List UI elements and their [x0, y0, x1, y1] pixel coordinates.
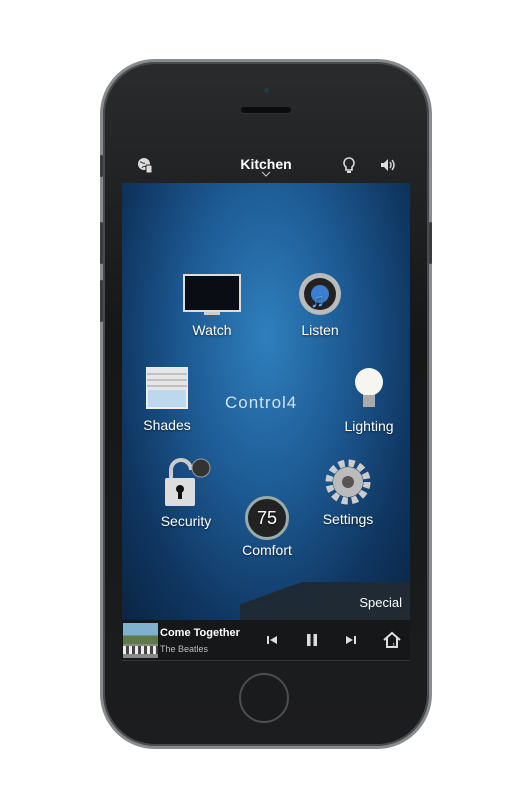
- control4-logo: Control4: [225, 393, 298, 412]
- special-label: Special: [359, 595, 402, 610]
- tile-lighting[interactable]: Lighting: [338, 365, 400, 434]
- speaker-music-icon: ♫: [299, 273, 341, 315]
- mute-switch: [100, 155, 103, 177]
- lightbulb-icon: [355, 368, 383, 407]
- tv-icon: [183, 274, 241, 315]
- now-playing-bar[interactable]: Come Together The Beatles ♪: [122, 620, 410, 661]
- comfort-temperature: 75: [256, 508, 278, 528]
- header: Kitchen: [122, 150, 410, 183]
- tile-shades[interactable]: Shades: [138, 366, 196, 433]
- tile-watch[interactable]: Watch: [180, 273, 244, 338]
- song-title: Come Together: [160, 627, 240, 639]
- chevron-down-icon[interactable]: [261, 171, 271, 177]
- special-button[interactable]: Special: [240, 582, 410, 620]
- svg-text:♪: ♪: [391, 640, 395, 649]
- tile-label: Comfort: [242, 542, 292, 558]
- window-shades-icon: [146, 367, 188, 409]
- tile-label: Watch: [192, 322, 232, 338]
- gear-icon: [325, 459, 371, 505]
- tile-listen[interactable]: ♫ Listen: [294, 271, 346, 338]
- tile-label: Listen: [301, 322, 339, 338]
- next-icon[interactable]: [342, 631, 360, 649]
- power-button: [429, 222, 432, 264]
- pause-icon[interactable]: [303, 631, 321, 649]
- tile-label: Lighting: [344, 418, 394, 434]
- volume-up-button: [100, 222, 103, 264]
- padlock-camera-icon: [165, 458, 211, 506]
- album-art: [123, 623, 158, 658]
- volume-down-button: [100, 280, 103, 322]
- tile-label: Security: [160, 513, 212, 529]
- tile-security[interactable]: Security: [156, 456, 216, 529]
- front-camera: [264, 88, 269, 93]
- home-button[interactable]: [239, 673, 289, 723]
- earpiece-speaker: [241, 107, 291, 113]
- speaker-volume-icon[interactable]: [379, 156, 397, 174]
- tile-label: Settings: [322, 511, 374, 527]
- song-artist: The Beatles: [160, 644, 209, 654]
- lightbulb-icon[interactable]: [340, 156, 358, 174]
- tile-label: Shades: [143, 417, 191, 433]
- home-icon[interactable]: ♪: [382, 630, 402, 650]
- thermostat-icon: 75: [245, 496, 289, 540]
- room-title[interactable]: Kitchen: [122, 156, 410, 172]
- previous-icon[interactable]: [263, 631, 281, 649]
- home-screen: Watch ♫ Listen Shades Control4 Lighting …: [122, 183, 410, 620]
- tile-settings[interactable]: Settings: [318, 458, 378, 527]
- svg-text:♫: ♫: [310, 290, 325, 312]
- tile-comfort[interactable]: 75 Comfort: [236, 496, 298, 558]
